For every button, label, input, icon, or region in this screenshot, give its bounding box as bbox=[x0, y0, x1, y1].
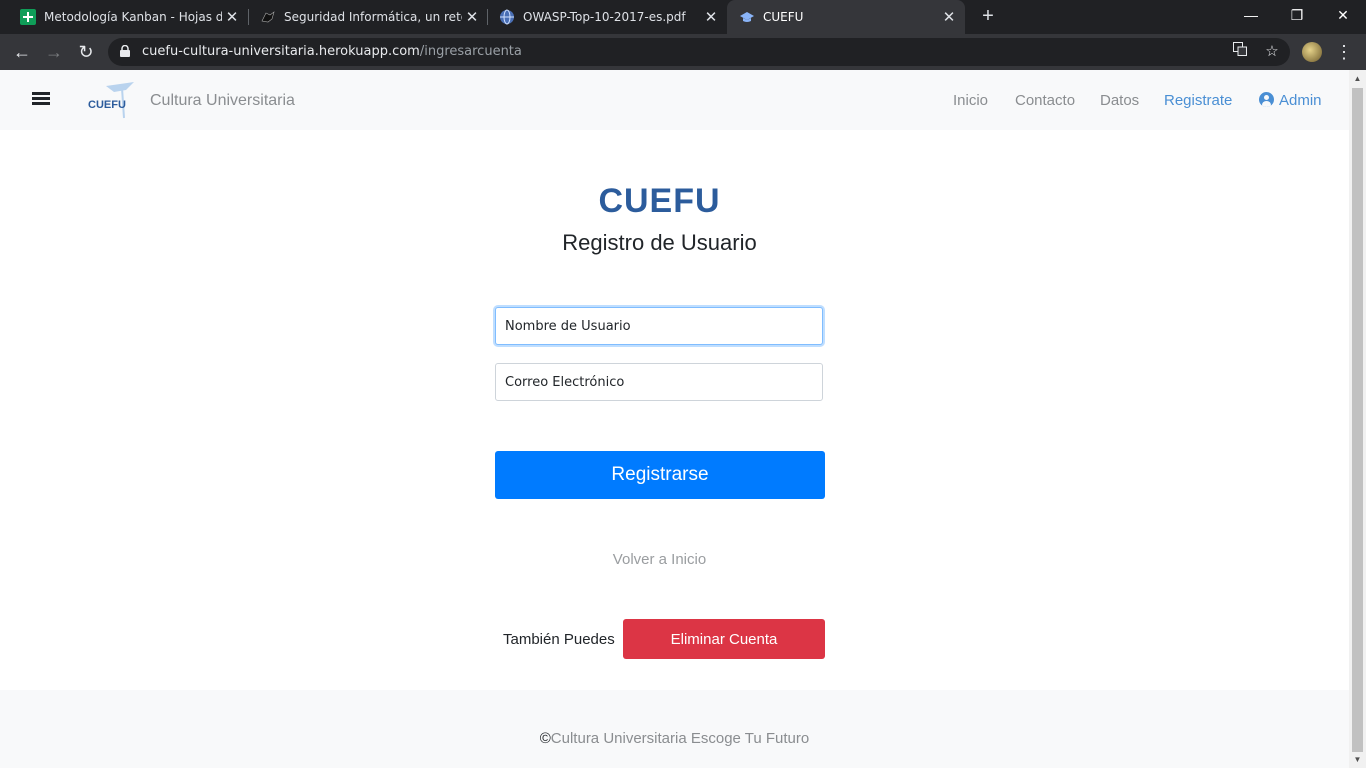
back-to-home-label[interactable]: Volver a Inicio bbox=[613, 551, 706, 568]
brand-name[interactable]: Cultura Universitaria bbox=[150, 70, 295, 132]
cuefu-icon bbox=[739, 9, 755, 25]
address-bar[interactable]: cuefu-cultura-universitaria.herokuapp.co… bbox=[108, 38, 1290, 66]
back-to-home-link: Volver a Inicio bbox=[0, 551, 1319, 568]
nav-registrate[interactable]: Registrate bbox=[1164, 70, 1232, 132]
tab-title: CUEFU bbox=[763, 10, 804, 24]
tab-title: Seguridad Informática, un reto para bbox=[284, 10, 462, 24]
tab-title: OWASP-Top-10-2017-es.pdf bbox=[523, 10, 686, 24]
nav-admin[interactable]: Admin bbox=[1259, 70, 1322, 132]
globe-icon bbox=[499, 9, 515, 25]
url-path: /ingresarcuenta bbox=[419, 44, 522, 59]
scrollbar-thumb[interactable] bbox=[1352, 88, 1363, 752]
site-navbar: CUEFU Cultura Universitaria Inicio Conta… bbox=[0, 70, 1349, 130]
footer-text: ©Cultura Universitaria Escoge Tu Futuro bbox=[0, 730, 1349, 747]
forward-arrow-icon[interactable]: → bbox=[40, 34, 68, 70]
cuefu-logo[interactable]: CUEFU bbox=[86, 80, 138, 120]
back-arrow-icon[interactable]: ← bbox=[8, 34, 36, 70]
sheets-icon bbox=[20, 9, 36, 25]
user-circle-icon bbox=[1259, 92, 1274, 107]
scroll-down-icon[interactable]: ▼ bbox=[1349, 751, 1366, 768]
footer-label: Cultura Universitaria Escoge Tu Futuro bbox=[550, 730, 810, 747]
browser-tab[interactable]: Metodología Kanban - Hojas de cálculo ✕ bbox=[8, 0, 248, 34]
tab-title: Metodología Kanban - Hojas de cálculo bbox=[44, 10, 222, 24]
close-icon[interactable]: ✕ bbox=[222, 8, 242, 26]
copyright-symbol: © bbox=[539, 730, 551, 747]
close-icon[interactable]: ✕ bbox=[939, 8, 959, 26]
url-host: cuefu-cultura-universitaria.herokuapp.co… bbox=[142, 44, 420, 59]
close-window-icon[interactable]: ✕ bbox=[1320, 0, 1366, 30]
nav-datos[interactable]: Datos bbox=[1100, 70, 1139, 132]
profile-avatar[interactable] bbox=[1302, 42, 1322, 62]
new-tab-button[interactable]: + bbox=[977, 5, 999, 27]
panther-icon bbox=[260, 9, 276, 25]
nav-inicio[interactable]: Inicio bbox=[953, 70, 988, 132]
page-viewport: CUEFU Cultura Universitaria Inicio Conta… bbox=[0, 70, 1349, 768]
browser-tab-active[interactable]: CUEFU ✕ bbox=[727, 0, 965, 34]
browser-toolbar: ← → ↻ cuefu-cultura-universitaria.heroku… bbox=[0, 34, 1366, 70]
star-icon[interactable]: ☆ bbox=[1262, 42, 1282, 62]
delete-account-button[interactable]: Eliminar Cuenta bbox=[623, 619, 825, 659]
nav-admin-label: Admin bbox=[1279, 92, 1322, 109]
more-menu-icon[interactable]: ⋮ bbox=[1334, 34, 1354, 70]
browser-tab[interactable]: Seguridad Informática, un reto para ✕ bbox=[248, 0, 488, 34]
form-heading: Registro de Usuario bbox=[562, 230, 757, 255]
email-input[interactable] bbox=[495, 363, 823, 401]
username-input[interactable] bbox=[495, 307, 823, 345]
register-button[interactable]: Registrarse bbox=[495, 451, 825, 499]
reload-icon[interactable]: ↻ bbox=[72, 34, 100, 70]
minimize-icon[interactable]: — bbox=[1228, 0, 1274, 30]
footer: ©Cultura Universitaria Escoge Tu Futuro bbox=[0, 690, 1349, 768]
lock-icon bbox=[120, 45, 130, 57]
scroll-up-icon[interactable]: ▲ bbox=[1349, 70, 1366, 87]
nav-contacto[interactable]: Contacto bbox=[1015, 70, 1075, 132]
page-scrollbar[interactable]: ▲ ▼ bbox=[1349, 70, 1366, 768]
hamburger-menu-icon[interactable] bbox=[32, 92, 50, 106]
page-logo-title: CUEFU bbox=[598, 182, 721, 220]
close-icon[interactable]: ✕ bbox=[462, 8, 482, 26]
translate-icon[interactable] bbox=[1230, 42, 1250, 62]
browser-tab[interactable]: OWASP-Top-10-2017-es.pdf ✕ bbox=[487, 0, 727, 34]
close-icon[interactable]: ✕ bbox=[701, 8, 721, 26]
logo-text: CUEFU bbox=[88, 99, 126, 111]
browser-tab-strip: Metodología Kanban - Hojas de cálculo ✕ … bbox=[0, 0, 1366, 34]
restore-icon[interactable]: ❐ bbox=[1274, 0, 1320, 30]
also-label: También Puedes bbox=[503, 631, 615, 648]
url-text: cuefu-cultura-universitaria.herokuapp.co… bbox=[142, 38, 522, 66]
